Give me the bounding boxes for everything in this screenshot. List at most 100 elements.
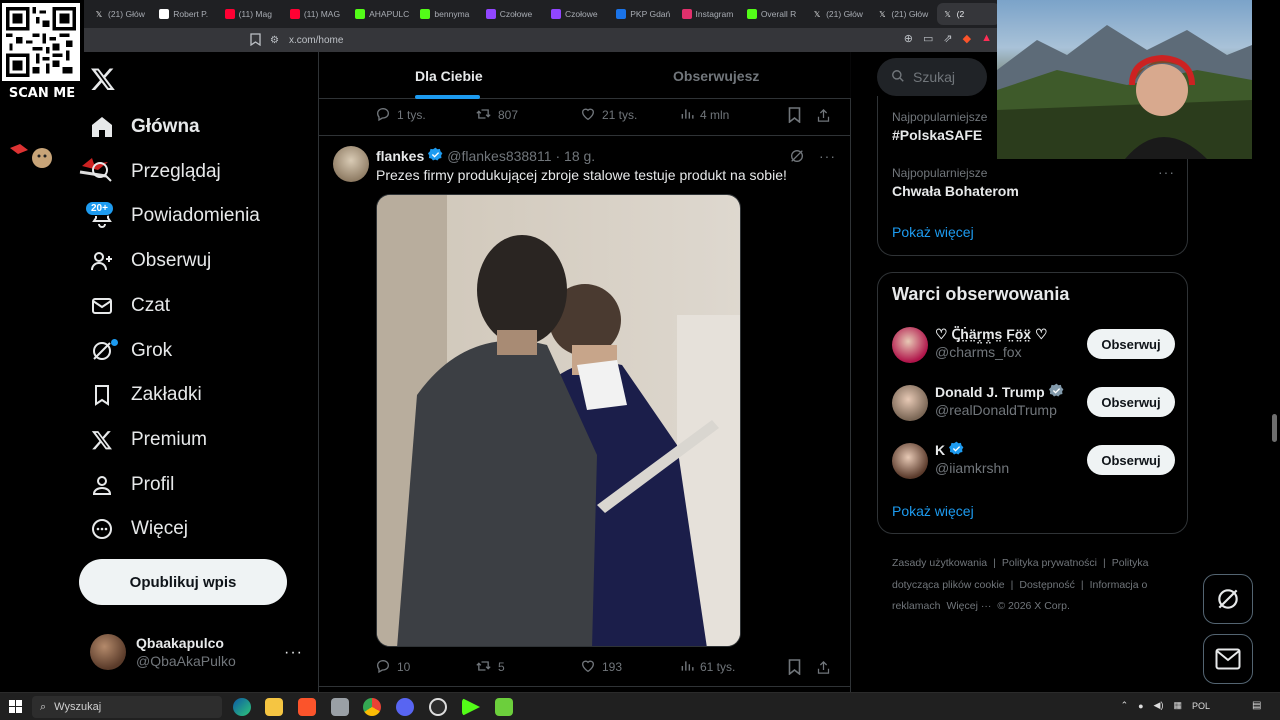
- trend-item[interactable]: Chwała Bohaterom: [892, 183, 1019, 199]
- chevron-up-icon[interactable]: ⌃: [1121, 700, 1129, 711]
- volume-icon[interactable]: ◀): [1154, 700, 1164, 711]
- nav-item-x[interactable]: Premium: [90, 425, 207, 455]
- mic-icon[interactable]: ●: [1138, 701, 1143, 711]
- like-button[interactable]: 21 tys.: [580, 106, 680, 125]
- nav-label: Więcej: [131, 518, 189, 540]
- tab-following[interactable]: Obserwujesz: [673, 68, 759, 84]
- reply-button[interactable]: 10: [375, 658, 475, 677]
- nav-item-bell[interactable]: Powiadomienia: [90, 201, 260, 231]
- footer-link[interactable]: Polityka prywatności: [1002, 557, 1097, 569]
- brave-rewards-icon[interactable]: ▲: [981, 32, 992, 45]
- more-dots-icon[interactable]: ···: [819, 148, 836, 167]
- author-name[interactable]: flankes: [376, 148, 424, 164]
- taskbar-search[interactable]: ⌕ Wyszukaj: [32, 696, 222, 718]
- file-explorer-icon[interactable]: [265, 698, 283, 716]
- post-button[interactable]: Opublikuj wpis: [79, 559, 287, 605]
- obs-icon[interactable]: [429, 698, 447, 716]
- grok-button[interactable]: [1203, 574, 1253, 624]
- views-button[interactable]: 4 mln: [680, 107, 788, 124]
- share-icon[interactable]: [816, 108, 831, 123]
- browser-tab[interactable]: Instagram: [676, 3, 739, 25]
- x-logo-icon[interactable]: [90, 66, 116, 92]
- reply-button[interactable]: 1 tys.: [375, 106, 475, 125]
- more-dots-icon[interactable]: ···: [284, 644, 303, 662]
- nav-item-grok[interactable]: Grok: [90, 336, 172, 366]
- share-icon[interactable]: [816, 660, 831, 675]
- browser-tab[interactable]: 𝕏 (2: [936, 3, 1000, 25]
- x-icon: 𝕏: [879, 9, 886, 19]
- windows-start-icon[interactable]: [9, 700, 22, 718]
- app-icon[interactable]: [331, 698, 349, 716]
- browser-tab[interactable]: Czołowe: [480, 3, 543, 25]
- tab-label: bennyma: [434, 9, 470, 19]
- footer-link[interactable]: Więcej ···: [946, 600, 991, 612]
- site-settings-icon[interactable]: ⚙: [270, 35, 279, 46]
- zoom-icon[interactable]: ⊕: [904, 32, 913, 45]
- follow-suggestion[interactable]: ♡ Ꞔ̈ḣ̤ä̤ṛ̤ṃ̤s̤ F̤ö̤ẍ̤ ♡ @charms_fox Obserw…: [892, 325, 1175, 365]
- more-dots-icon[interactable]: ···: [1158, 164, 1175, 180]
- discord-icon[interactable]: [396, 698, 414, 716]
- browser-tab[interactable]: 𝕏 (21) Głów: [871, 3, 934, 25]
- browser-tab[interactable]: 𝕏 (21) Głów: [806, 3, 869, 25]
- nav-item-bookmark[interactable]: Zakładki: [90, 380, 202, 410]
- tab-label: (21) Głów: [891, 9, 929, 19]
- messages-button[interactable]: [1203, 634, 1253, 684]
- footer-link[interactable]: Dostępność: [1019, 579, 1074, 591]
- bookmark-icon[interactable]: [788, 107, 816, 123]
- show-more-trends-link[interactable]: Pokaż więcej: [892, 224, 974, 240]
- grok-icon[interactable]: [789, 148, 805, 167]
- browser-tab[interactable]: bennyma: [414, 3, 477, 25]
- nav-item-more-circle[interactable]: Więcej: [90, 514, 188, 544]
- browser-tab[interactable]: Czołowe: [545, 3, 608, 25]
- repost-button[interactable]: 5: [475, 658, 580, 677]
- grok-new-dot: [111, 339, 118, 346]
- share-icon[interactable]: ⇗: [943, 32, 952, 45]
- browser-tab[interactable]: AHAPULC: [349, 3, 412, 25]
- follow-button[interactable]: Obserwuj: [1087, 329, 1175, 359]
- repost-button[interactable]: 807: [475, 106, 580, 125]
- show-more-follow-link[interactable]: Pokaż więcej: [892, 503, 974, 519]
- language-indicator[interactable]: POL: [1192, 701, 1210, 711]
- trend-item[interactable]: #PolskaSAFE: [892, 127, 982, 143]
- tab-for-you[interactable]: Dla Ciebie: [415, 68, 483, 84]
- scrollbar-thumb[interactable]: [1272, 414, 1277, 442]
- browser-tab[interactable]: PKP Gdań: [610, 3, 673, 25]
- brave-shield-icon[interactable]: ◆: [963, 32, 971, 45]
- browser-tab[interactable]: (11) MAG: [284, 3, 347, 25]
- views-button[interactable]: 61 tys.: [680, 659, 788, 676]
- follow-suggestion[interactable]: Donald J. Trump @realDonaldTrump Obserwuj: [892, 383, 1175, 423]
- follow-button[interactable]: Obserwuj: [1087, 387, 1175, 417]
- tweet-actions: 10 5 193 61 tys.: [375, 657, 845, 677]
- kick-icon[interactable]: [462, 698, 480, 716]
- browser-tab[interactable]: (11) Mag: [219, 3, 282, 25]
- account-switcher[interactable]: Qbaakapulco @QbaAkaPulko: [90, 634, 236, 670]
- app-icon-2[interactable]: [495, 698, 513, 716]
- follow-button[interactable]: Obserwuj: [1087, 445, 1175, 475]
- tweet-time[interactable]: · 18 g.: [556, 148, 596, 164]
- edge-icon[interactable]: [233, 698, 251, 716]
- bookmark-page-icon[interactable]: [250, 33, 261, 51]
- footer-link[interactable]: © 2026 X Corp.: [997, 600, 1070, 612]
- footer-link[interactable]: Zasady użytkowania: [892, 557, 987, 569]
- nav-item-person[interactable]: Profil: [90, 470, 174, 500]
- browser-tab[interactable]: 𝕏 (21) Głów: [88, 3, 151, 25]
- browser-tab[interactable]: Overall R: [741, 3, 804, 25]
- notification-center-icon[interactable]: ▤: [1252, 700, 1261, 711]
- avatar[interactable]: [333, 146, 369, 182]
- author-handle[interactable]: @flankes838811: [447, 148, 551, 164]
- chrome-icon[interactable]: [363, 698, 381, 716]
- bookmark-icon[interactable]: [788, 659, 816, 675]
- screen-icon[interactable]: ▭: [923, 32, 933, 45]
- like-button[interactable]: 193: [580, 658, 680, 677]
- nav-item-search[interactable]: Przeglądaj: [90, 157, 221, 187]
- nav-item-home[interactable]: Główna: [90, 112, 200, 142]
- network-icon[interactable]: ▦: [1173, 700, 1182, 711]
- browser-tab[interactable]: Robert P.: [153, 3, 216, 25]
- search-input[interactable]: Szukaj: [877, 58, 987, 96]
- follow-suggestion[interactable]: K @iiamkrshn Obserwuj: [892, 441, 1175, 481]
- tweet-video[interactable]: [376, 194, 741, 647]
- address-field[interactable]: ⚙ x.com/home: [270, 31, 910, 49]
- nav-item-mail[interactable]: Czat: [90, 291, 170, 321]
- nav-item-follow[interactable]: Obserwuj: [90, 246, 211, 276]
- brave-icon[interactable]: [298, 698, 316, 716]
